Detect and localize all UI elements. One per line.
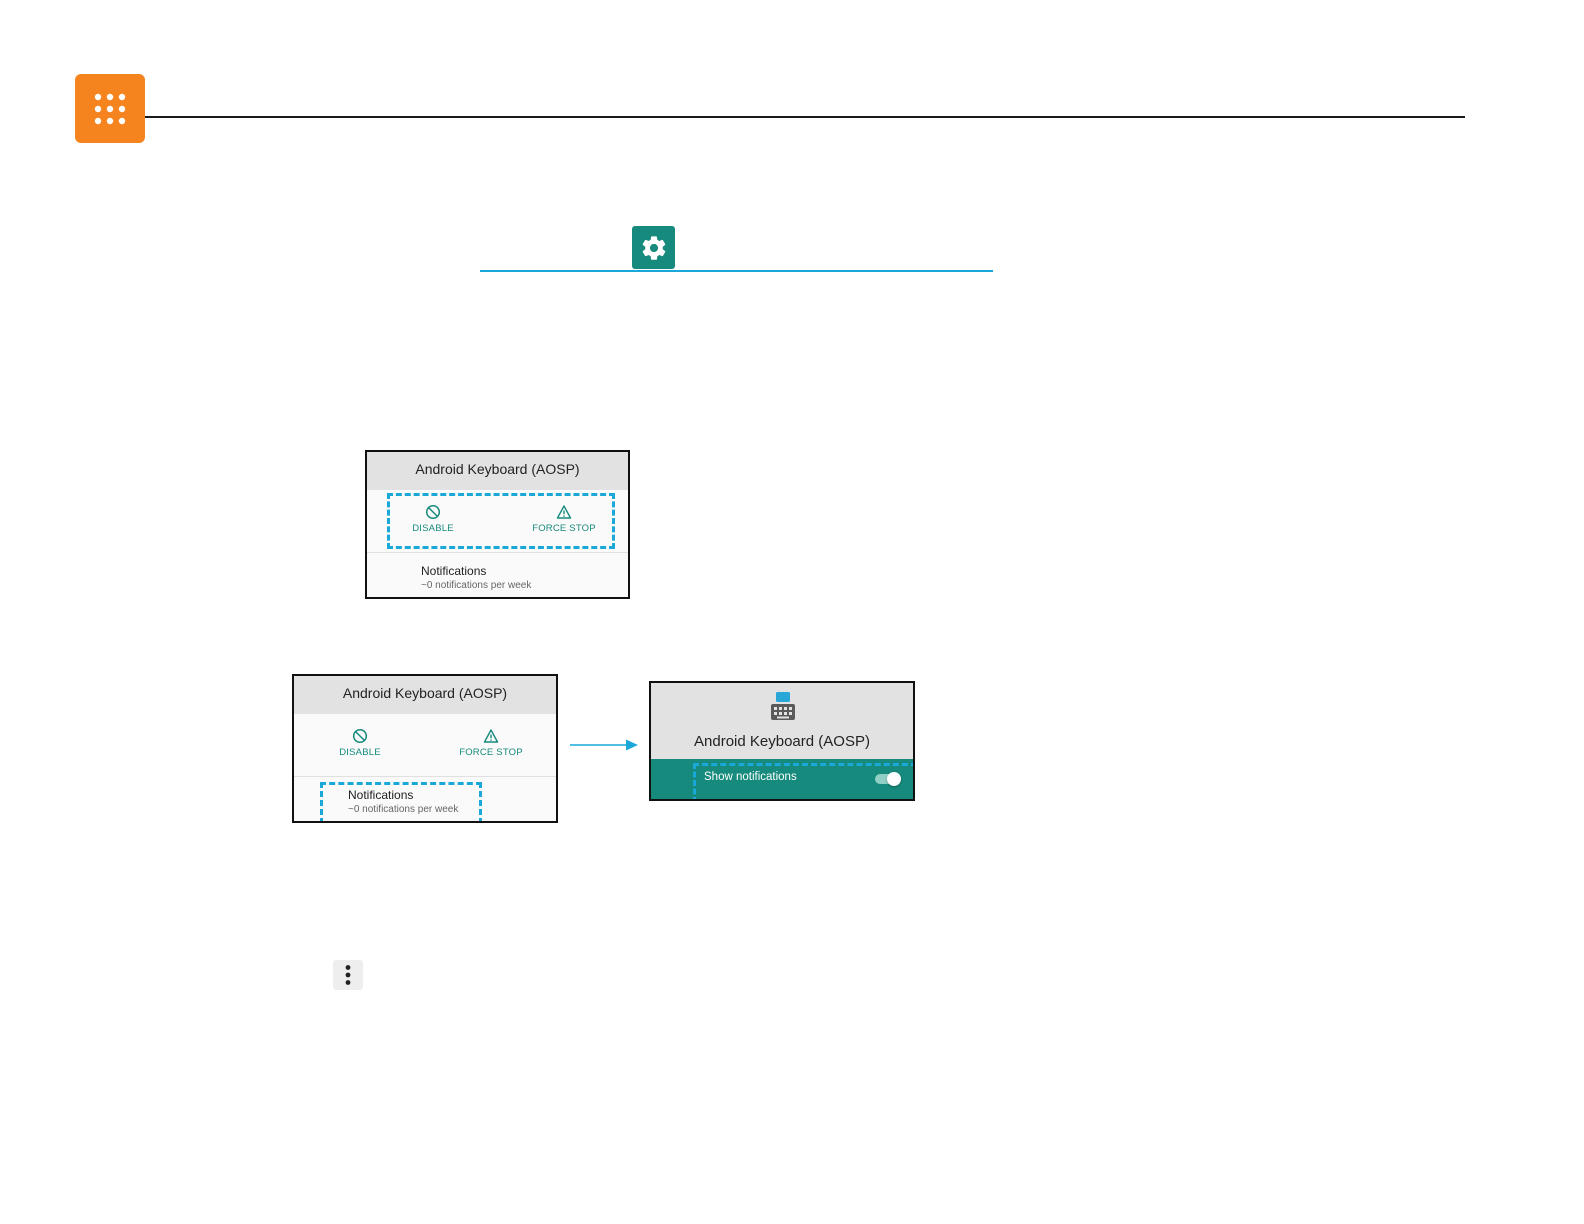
- highlight-actions: [387, 493, 615, 549]
- notifications-title[interactable]: Notifications: [421, 564, 486, 578]
- app-info-screenshot-2: Android Keyboard (AOSP) DISABLE FORCE ST…: [292, 674, 558, 823]
- apps-grid-icon: [75, 74, 145, 143]
- app-title: Android Keyboard (AOSP): [694, 733, 870, 750]
- notifications-subtitle: ~0 notifications per week: [421, 580, 532, 591]
- panel-divider: [294, 776, 556, 777]
- keyboard-icon: [771, 692, 795, 720]
- warning-icon: [483, 729, 499, 743]
- force-stop-label: FORCE STOP: [459, 747, 523, 758]
- panel-divider: [367, 552, 628, 553]
- app-info-title: Android Keyboard (AOSP): [367, 452, 628, 490]
- gear-icon: [632, 226, 675, 269]
- more-vert-icon: [333, 960, 363, 990]
- settings-link-underline[interactable]: [480, 270, 993, 272]
- header-divider: [145, 116, 1465, 118]
- disable-label: DISABLE: [339, 747, 381, 758]
- highlight-notifications: [320, 782, 482, 821]
- app-info-screenshot-1: Android Keyboard (AOSP) DISABLE FORCE ST…: [365, 450, 630, 599]
- disable-icon: [352, 728, 368, 744]
- disable-button[interactable]: DISABLE: [328, 728, 392, 758]
- arrow-right-icon: [570, 739, 638, 751]
- force-stop-button[interactable]: FORCE STOP: [446, 728, 536, 758]
- notifications-screenshot: Android Keyboard (AOSP) Show notificatio…: [649, 681, 915, 801]
- app-info-title: Android Keyboard (AOSP): [294, 676, 556, 714]
- highlight-show-notifications: [693, 763, 913, 799]
